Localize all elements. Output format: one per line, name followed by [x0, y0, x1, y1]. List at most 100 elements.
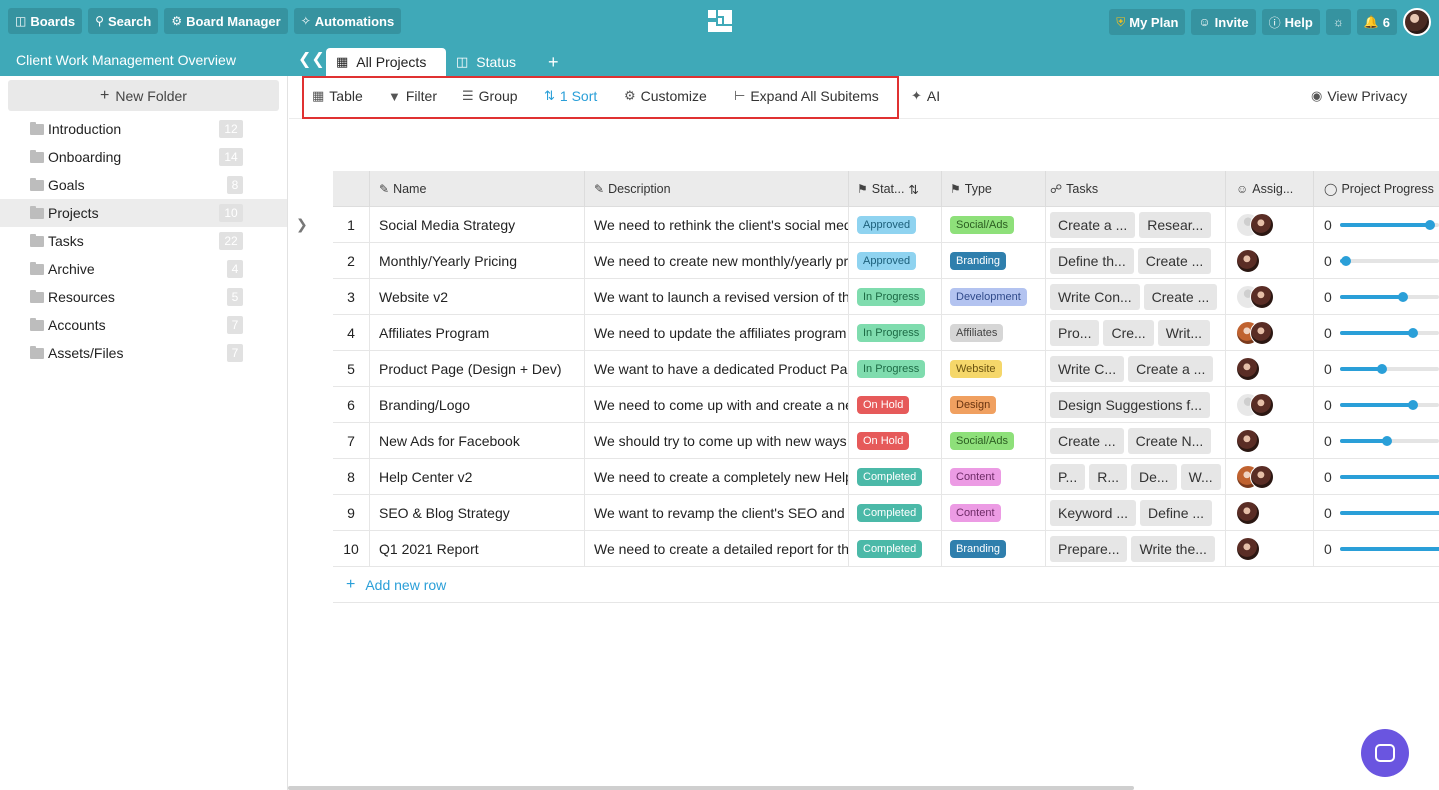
type-cell[interactable]: Content — [942, 459, 1046, 495]
progress-slider[interactable] — [1339, 328, 1439, 338]
table-row[interactable]: 8 Help Center v2 We need to create a compl… — [333, 459, 1439, 495]
description-cell[interactable]: We need to create a detailed report for … — [585, 531, 849, 567]
name-cell[interactable]: Website v2 — [370, 279, 585, 315]
task-chip[interactable]: Write C... — [1050, 356, 1125, 382]
column-header-description[interactable]: ✎ Description — [585, 171, 849, 207]
tasks-cell[interactable]: Pro... Cre... Writ... — [1046, 315, 1226, 351]
table-row[interactable]: 4 Affiliates Program We need to update the… — [333, 315, 1439, 351]
assignee-cell[interactable] — [1226, 315, 1314, 351]
name-cell[interactable]: Product Page (Design + Dev) — [370, 351, 585, 387]
progress-slider[interactable] — [1339, 547, 1439, 551]
sidebar-folder[interactable]: Archive 4 — [0, 255, 287, 283]
progress-cell[interactable]: 0 — [1314, 207, 1439, 243]
progress-knob[interactable] — [1397, 292, 1408, 302]
expand-subitems-button[interactable]: ⊢ Expand All Subitems — [734, 88, 879, 104]
assignee-cell[interactable] — [1226, 423, 1314, 459]
type-cell[interactable]: Branding — [942, 531, 1046, 567]
table-row[interactable]: 9 SEO & Blog Strategy We want to revamp th… — [333, 495, 1439, 531]
status-cell[interactable]: Completed — [849, 495, 942, 531]
sidebar-folder[interactable]: Tasks 22 — [0, 227, 287, 255]
progress-slider[interactable] — [1339, 511, 1439, 515]
description-cell[interactable]: We want to launch a revised version of t… — [585, 279, 849, 315]
status-cell[interactable]: On Hold — [849, 387, 942, 423]
progress-slider[interactable] — [1339, 220, 1439, 230]
description-cell[interactable]: We need to create new monthly/yearly pri… — [585, 243, 849, 279]
task-chip[interactable]: Define ... — [1140, 500, 1213, 526]
assignee-cell[interactable] — [1226, 243, 1314, 279]
type-cell[interactable]: Social/Ads — [942, 207, 1046, 243]
boards-button[interactable]: ◫ Boards — [8, 8, 83, 34]
sidebar-folder[interactable]: Resources 5 — [0, 283, 287, 311]
assignee-cell[interactable] — [1226, 351, 1314, 387]
name-cell[interactable]: Q1 2021 Report — [370, 531, 585, 567]
theme-toggle-button[interactable]: ☼ — [1325, 9, 1351, 35]
sidebar-folder[interactable]: Introduction 12 — [0, 115, 287, 143]
column-header-status[interactable]: ⚑ Stat... ⇅ — [849, 171, 942, 207]
ai-button[interactable]: ✦ AI — [911, 88, 940, 104]
horizontal-scrollbar[interactable] — [288, 786, 1134, 790]
description-cell[interactable]: We need to create a completely new Help — [585, 459, 849, 495]
progress-knob[interactable] — [1424, 220, 1435, 230]
progress-knob[interactable] — [1407, 400, 1418, 410]
column-header-progress[interactable]: ◯ Project Progress — [1314, 171, 1439, 207]
tab-status[interactable]: ◫ Status — [446, 48, 526, 76]
name-cell[interactable]: Affiliates Program — [370, 315, 585, 351]
collapse-sidebar-icon[interactable]: ❮❮ — [298, 49, 325, 69]
type-cell[interactable]: Development — [942, 279, 1046, 315]
sidebar-folder[interactable]: Projects 10 — [0, 199, 287, 227]
task-chip[interactable]: Create ... — [1137, 248, 1212, 274]
column-header-tasks[interactable]: ☍ Tasks — [1046, 171, 1226, 207]
expand-panel-chevron-icon[interactable]: ❯ — [296, 216, 308, 233]
table-row[interactable]: 10 Q1 2021 Report We need to create a deta… — [333, 531, 1439, 567]
progress-slider[interactable] — [1339, 475, 1439, 479]
sidebar-folder[interactable]: Assets/Files 7 — [0, 339, 287, 367]
status-cell[interactable]: In Progress — [849, 315, 942, 351]
task-chip[interactable]: W... — [1180, 464, 1221, 490]
filter-button[interactable]: ▼ Filter — [388, 88, 437, 104]
tasks-cell[interactable]: P... R... De... W... — [1046, 459, 1226, 495]
progress-cell[interactable]: 0 — [1314, 351, 1439, 387]
task-chip[interactable]: P... — [1050, 464, 1086, 490]
tasks-cell[interactable]: Create a ... Resear... — [1046, 207, 1226, 243]
new-folder-button[interactable]: + New Folder — [8, 80, 279, 111]
progress-slider[interactable] — [1339, 292, 1439, 302]
table-view-button[interactable]: ▦ Table — [312, 88, 363, 104]
progress-cell[interactable]: 0 — [1314, 495, 1439, 531]
tasks-cell[interactable]: Design Suggestions f... — [1046, 387, 1226, 423]
task-chip[interactable]: Create a ... — [1128, 356, 1214, 382]
task-chip[interactable]: R... — [1089, 464, 1127, 490]
description-cell[interactable]: We want to have a dedicated Product Page — [585, 351, 849, 387]
column-header-name[interactable]: ✎ Name — [370, 171, 585, 207]
status-cell[interactable]: Completed — [849, 459, 942, 495]
task-chip[interactable]: Write Con... — [1050, 284, 1140, 310]
name-cell[interactable]: Help Center v2 — [370, 459, 585, 495]
assignee-cell[interactable] — [1226, 531, 1314, 567]
type-cell[interactable]: Social/Ads — [942, 423, 1046, 459]
table-row[interactable]: 3 Website v2 We want to launch a revised v… — [333, 279, 1439, 315]
description-cell[interactable]: We need to rethink the client's social m… — [585, 207, 849, 243]
assignee-cell[interactable] — [1226, 495, 1314, 531]
task-chip[interactable]: Write the... — [1131, 536, 1215, 562]
table-row[interactable]: 5 Product Page (Design + Dev) We want to h… — [333, 351, 1439, 387]
task-chip[interactable]: Create N... — [1127, 428, 1212, 454]
progress-cell[interactable]: 0 — [1314, 315, 1439, 351]
add-view-button[interactable]: + — [548, 52, 559, 73]
progress-knob[interactable] — [1381, 436, 1392, 446]
automations-button[interactable]: ✧ Automations — [293, 8, 402, 34]
progress-cell[interactable]: 0 — [1314, 459, 1439, 495]
tasks-cell[interactable]: Keyword ... Define ... — [1046, 495, 1226, 531]
user-avatar[interactable] — [1403, 8, 1431, 36]
board-manager-button[interactable]: ⚙ Board Manager — [164, 8, 288, 34]
task-chip[interactable]: Writ... — [1157, 320, 1210, 346]
my-plan-button[interactable]: ⛨ My Plan — [1109, 9, 1186, 35]
search-button[interactable]: ⚲ Search — [88, 8, 159, 34]
tab-all-projects[interactable]: ▦ All Projects — [326, 48, 446, 76]
progress-slider[interactable] — [1339, 400, 1439, 410]
assignee-cell[interactable] — [1226, 459, 1314, 495]
task-chip[interactable]: Pro... — [1050, 320, 1100, 346]
task-chip[interactable]: Resear... — [1139, 212, 1212, 238]
assignee-cell[interactable] — [1226, 279, 1314, 315]
tasks-cell[interactable]: Write Con... Create ... — [1046, 279, 1226, 315]
customize-button[interactable]: ⚙ Customize — [624, 88, 707, 104]
progress-cell[interactable]: 0 — [1314, 243, 1439, 279]
